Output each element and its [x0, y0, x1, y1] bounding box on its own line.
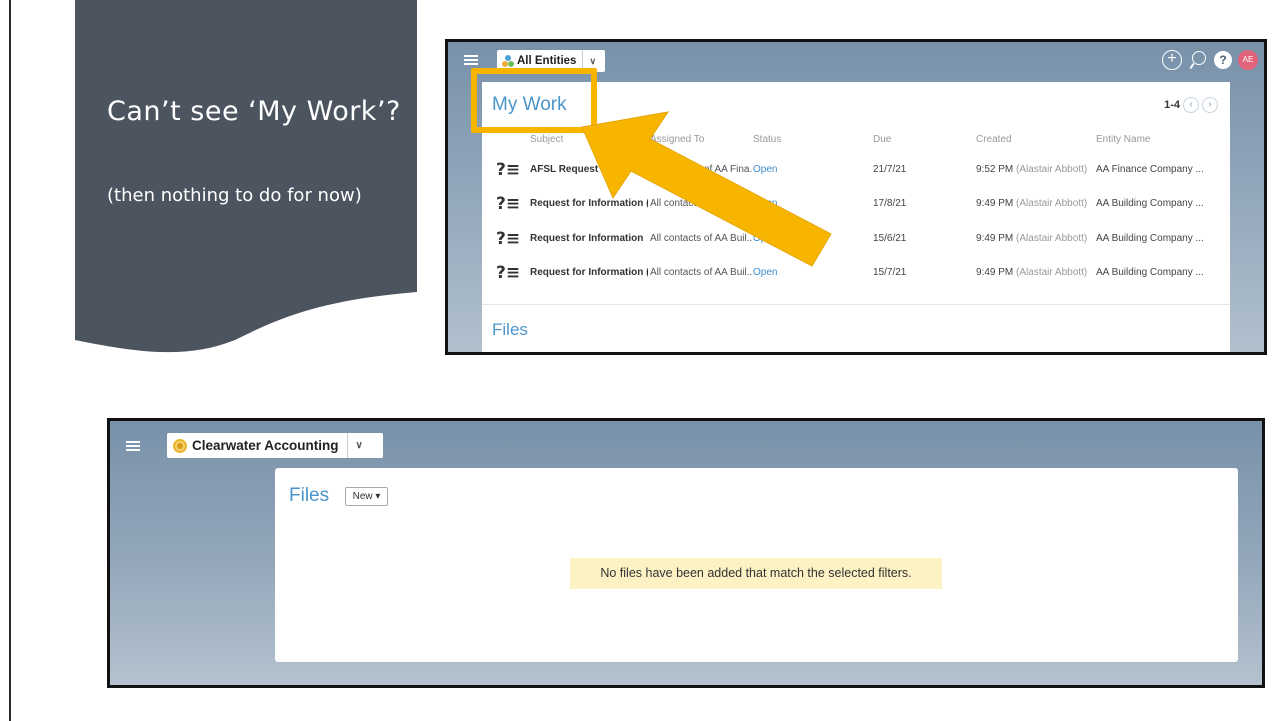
- entities-icon: [502, 55, 514, 67]
- help-icon[interactable]: ?: [1214, 51, 1232, 69]
- files-title: Files: [492, 320, 528, 339]
- question-list-icon: ?≡: [496, 194, 521, 214]
- status-link[interactable]: Open: [753, 267, 777, 278]
- column-header[interactable]: Assigned To: [650, 134, 704, 145]
- menu-icon[interactable]: [126, 441, 140, 451]
- divider: [482, 304, 1230, 305]
- table-row[interactable]: ?≡ Request for Information All contacts …: [482, 229, 1230, 257]
- files-title: Files: [289, 485, 330, 506]
- organization-selector[interactable]: Clearwater Accounting ∨: [167, 433, 383, 458]
- status-link[interactable]: Open: [753, 198, 777, 209]
- organization-selector-label: Clearwater Accounting: [192, 438, 339, 453]
- screenshot-files: Clearwater Accounting ∨ Files New ▾ No f…: [107, 418, 1265, 688]
- title-banner: Can’t see ‘My Work’? (then nothing to do…: [75, 0, 417, 360]
- status-link[interactable]: Open: [753, 164, 777, 175]
- column-header[interactable]: Created: [976, 134, 1012, 145]
- column-header[interactable]: Entity Name: [1096, 134, 1150, 145]
- add-icon[interactable]: +: [1162, 50, 1182, 70]
- search-icon[interactable]: [1188, 50, 1208, 70]
- pager-range: 1-4: [1164, 99, 1180, 111]
- highlight-box: [471, 68, 597, 133]
- banner-shape: [75, 0, 417, 353]
- table-row[interactable]: ?≡ Request for Information (... All cont…: [482, 263, 1230, 291]
- question-list-icon: ?≡: [496, 229, 521, 249]
- table-row[interactable]: ?≡ Request for Information (... All cont…: [482, 194, 1230, 222]
- table-row[interactable]: ?≡ AFSL Request for Information All cont…: [482, 160, 1230, 188]
- slide-subtitle: (then nothing to do for now): [107, 185, 362, 206]
- slide-border: [9, 0, 11, 721]
- slide-title: Can’t see ‘My Work’?: [107, 96, 401, 127]
- files-panel: Files New ▾ No files have been added tha…: [275, 468, 1238, 662]
- status-link[interactable]: Open: [753, 233, 777, 244]
- slide: Can’t see ‘My Work’? (then nothing to do…: [0, 0, 1285, 721]
- organization-icon: [173, 438, 187, 453]
- pager: 1-4 ‹ ›: [1164, 97, 1218, 113]
- next-page-icon[interactable]: ›: [1202, 97, 1218, 113]
- column-header[interactable]: Status: [753, 134, 781, 145]
- entity-selector-label: All Entities: [517, 55, 577, 67]
- column-header[interactable]: Due: [873, 134, 891, 145]
- chevron-down-icon: ∨: [355, 440, 363, 451]
- question-list-icon: ?≡: [496, 263, 521, 283]
- top-bar-actions: + ? AE: [1162, 50, 1258, 70]
- chevron-down-icon: ∨: [589, 55, 597, 66]
- prev-page-icon[interactable]: ‹: [1183, 97, 1199, 113]
- empty-state-message: No files have been added that match the …: [570, 558, 942, 589]
- new-button[interactable]: New ▾: [345, 487, 388, 506]
- column-header[interactable]: Subject: [530, 134, 563, 145]
- menu-icon[interactable]: [464, 55, 478, 65]
- question-list-icon: ?≡: [496, 160, 521, 180]
- avatar[interactable]: AE: [1238, 50, 1258, 70]
